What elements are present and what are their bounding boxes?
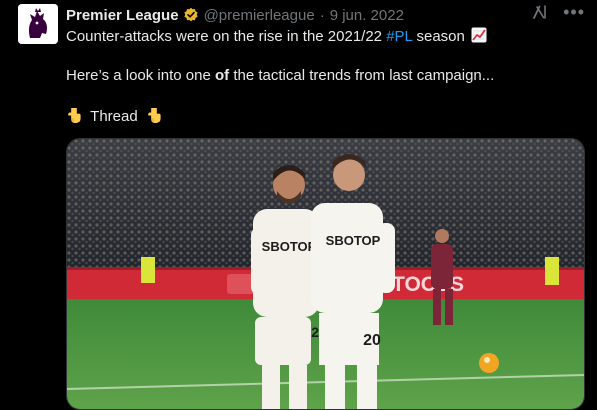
shirt-sponsor: SBOTOP bbox=[326, 233, 381, 248]
tweet-date[interactable]: 9 jun. 2022 bbox=[330, 7, 404, 24]
board-text: TOOLS bbox=[392, 273, 464, 296]
grok-icon[interactable] bbox=[531, 3, 549, 21]
tweet-text-line-2: Here’s a look into one of the tactical t… bbox=[66, 67, 494, 84]
tweet-text-part: Counter-attacks were on the rise in the … bbox=[66, 28, 387, 45]
more-icon[interactable]: ••• bbox=[563, 3, 585, 21]
shirt-sponsor: SBOTOP bbox=[262, 239, 317, 254]
hashtag-link[interactable]: #PL bbox=[386, 28, 412, 45]
verified-badge-icon bbox=[183, 7, 198, 22]
chart-increasing-icon bbox=[471, 27, 487, 43]
photo-players-celebrating: TOOLS SBOTOP 22 bbox=[67, 139, 584, 409]
pl-lion-logo-icon bbox=[18, 4, 58, 44]
tweet-text-line-3: Thread bbox=[66, 107, 162, 125]
tweet-text-part: season bbox=[412, 28, 465, 45]
tweet-text-part: Here’s a look into one bbox=[66, 67, 215, 84]
pointing-down-icon bbox=[68, 107, 81, 124]
tweet-text-bold: of bbox=[214, 67, 230, 84]
thread-label: Thread bbox=[90, 108, 138, 125]
tweet-header: Premier League @premierleague · 9 jun. 2… bbox=[66, 6, 404, 24]
pointing-down-icon bbox=[147, 107, 161, 124]
tweet-actions-top: ••• bbox=[531, 3, 585, 21]
tweet-text-part: the tactical trends from last campaign..… bbox=[229, 67, 495, 84]
author-name[interactable]: Premier League bbox=[66, 7, 179, 24]
author-handle[interactable]: @premierleague bbox=[204, 7, 315, 24]
shirt-number: 20 bbox=[363, 332, 381, 349]
tweet-photo[interactable]: TOOLS SBOTOP 22 bbox=[66, 138, 585, 410]
tweet-text-line-1: Counter-attacks were on the rise in the … bbox=[66, 27, 487, 45]
header-separator: · bbox=[319, 6, 325, 24]
avatar[interactable] bbox=[18, 4, 58, 44]
